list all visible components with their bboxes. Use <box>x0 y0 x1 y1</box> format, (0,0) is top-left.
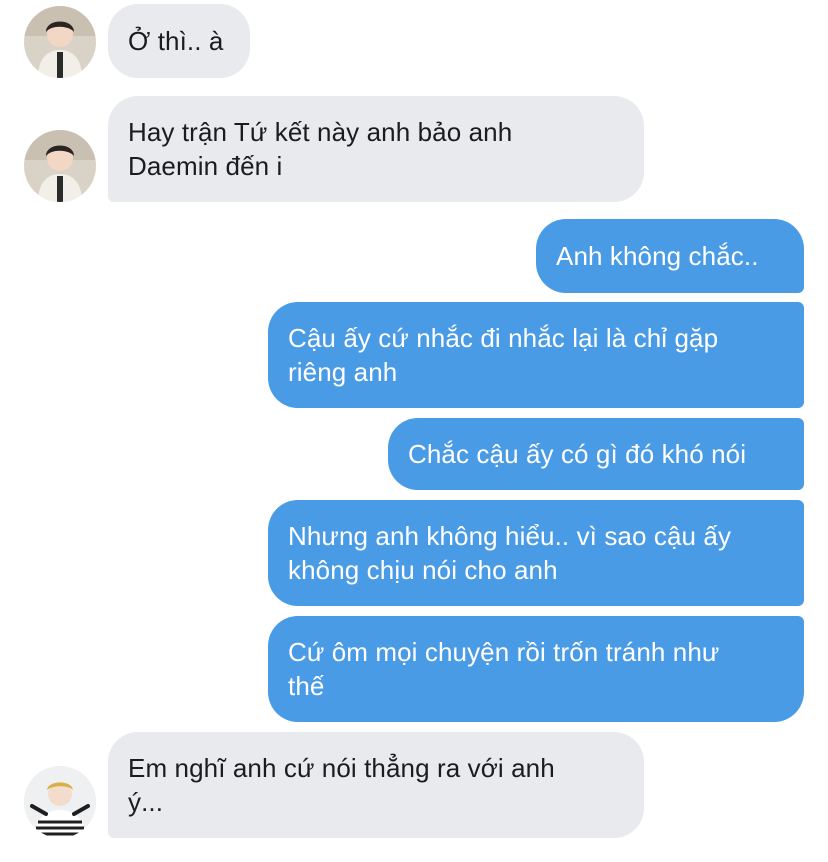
outgoing-message-bubble[interactable]: Anh không chắc.. <box>536 219 804 293</box>
message-text: Anh không chắc.. <box>556 241 759 271</box>
person-photo-icon <box>24 130 96 202</box>
contact2-avatar[interactable] <box>24 766 96 838</box>
message-text: Nhưng anh không hiểu.. vì sao cậu ấy khô… <box>288 521 732 585</box>
outgoing-message-bubble[interactable]: Cứ ôm mọi chuyện rồi trốn tránh như thế <box>268 616 804 722</box>
outgoing-message-bubble[interactable]: Chắc cậu ấy có gì đó khó nói <box>388 418 804 490</box>
contact-avatar[interactable] <box>24 6 96 78</box>
person-photo-icon <box>24 766 96 838</box>
message-text: Em nghĩ anh cứ nói thẳng ra với anh ý... <box>128 753 555 817</box>
person-photo-icon <box>24 6 96 78</box>
message-text: Chắc cậu ấy có gì đó khó nói <box>408 439 747 469</box>
message-text: Cậu ấy cứ nhắc đi nhắc lại là chỉ gặp ri… <box>288 323 719 387</box>
outgoing-message-bubble[interactable]: Nhưng anh không hiểu.. vì sao cậu ấy khô… <box>268 500 804 606</box>
incoming-message-bubble[interactable]: Em nghĩ anh cứ nói thẳng ra với anh ý... <box>108 732 644 838</box>
message-text: Hay trận Tứ kết này anh bảo anh Daemin đ… <box>128 117 513 181</box>
contact-avatar[interactable] <box>24 130 96 202</box>
outgoing-message-bubble[interactable]: Cậu ấy cứ nhắc đi nhắc lại là chỉ gặp ri… <box>268 302 804 408</box>
message-text: Ở thì.. à <box>128 26 224 56</box>
message-text: Cứ ôm mọi chuyện rồi trốn tránh như thế <box>288 637 720 701</box>
incoming-message-bubble[interactable]: Ở thì.. à <box>108 4 250 78</box>
incoming-message-bubble[interactable]: Hay trận Tứ kết này anh bảo anh Daemin đ… <box>108 96 644 202</box>
